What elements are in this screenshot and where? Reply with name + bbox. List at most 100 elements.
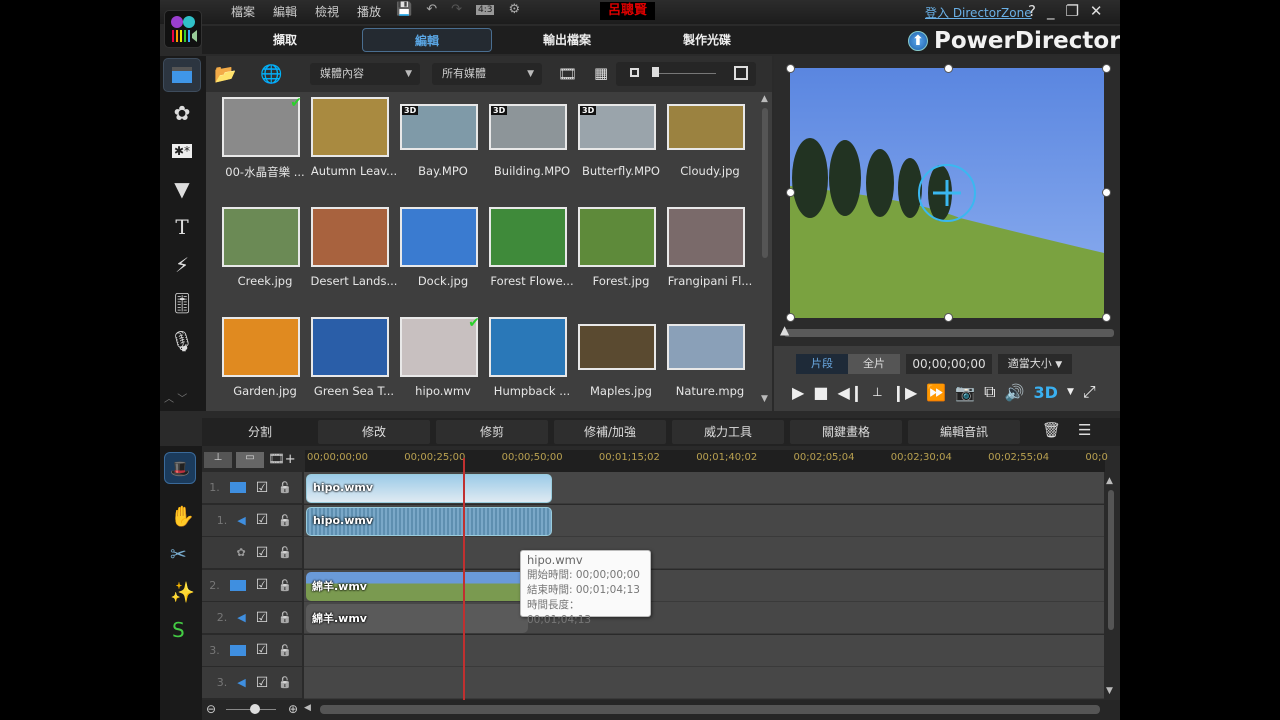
seek-slider-thumb[interactable]: ▲ bbox=[780, 323, 789, 337]
snapshot-camera-icon[interactable]: 📷 bbox=[955, 383, 975, 402]
preview-window-icon[interactable]: ⧉ bbox=[984, 382, 995, 402]
video-clip[interactable]: hipo.wmv bbox=[306, 474, 552, 503]
resize-handle[interactable] bbox=[944, 64, 953, 73]
pip-objects-room-button[interactable]: ✱* bbox=[163, 134, 201, 168]
tab-create-disc[interactable]: 製作光碟 bbox=[642, 28, 772, 52]
import-media-folder-icon[interactable]: 📂 bbox=[214, 64, 236, 85]
resize-handle[interactable] bbox=[786, 313, 795, 322]
scroll-down-arrow-icon[interactable]: ▼ bbox=[761, 394, 768, 404]
title-room-button[interactable]: T bbox=[163, 210, 201, 244]
library-scrollbar[interactable]: ▲ ▼ bbox=[760, 94, 770, 411]
resize-handle[interactable] bbox=[786, 188, 795, 197]
timeline-tab[interactable]: 修改 bbox=[318, 420, 430, 444]
previous-frame-icon[interactable]: ◀❙ bbox=[837, 383, 863, 402]
timecode-display[interactable]: 00;00;00;00 bbox=[906, 354, 992, 374]
resize-handle[interactable] bbox=[1102, 64, 1111, 73]
settings-gear-icon[interactable]: ⚙ bbox=[508, 2, 520, 17]
track-lane[interactable]: 綿羊.wmv bbox=[304, 602, 1104, 634]
timeline-tab[interactable]: 修補/加強 bbox=[554, 420, 666, 444]
menu-view[interactable]: 檢視 bbox=[306, 3, 348, 21]
audio-clip[interactable]: hipo.wmv bbox=[306, 506, 552, 536]
resize-handle[interactable] bbox=[786, 64, 795, 73]
media-filter-dropdown[interactable]: 所有媒體 ▼ bbox=[432, 63, 542, 85]
timeline-vertical-scrollbar[interactable]: ▲ ▼ bbox=[1106, 476, 1116, 700]
resize-handle[interactable] bbox=[1102, 313, 1111, 322]
media-item[interactable]: Garden.jpg bbox=[220, 316, 310, 426]
scroll-thumb[interactable] bbox=[1108, 490, 1114, 630]
media-item[interactable]: Forest Flowe... bbox=[487, 206, 577, 316]
redo-icon[interactable]: ↷ bbox=[451, 2, 462, 17]
media-item[interactable]: Autumn Leav... bbox=[309, 96, 399, 206]
slider-thumb[interactable] bbox=[652, 67, 659, 77]
play-icon[interactable]: ▶ bbox=[792, 383, 804, 402]
track-lock-icon[interactable]: 🔓 bbox=[278, 644, 292, 657]
track-lock-icon[interactable]: 🔓 bbox=[278, 546, 292, 559]
media-item[interactable]: Frangipani Fl... bbox=[665, 206, 755, 316]
track-enable-checkbox[interactable]: ☑ bbox=[256, 577, 269, 593]
hand-pan-icon[interactable]: ✋ bbox=[170, 504, 195, 528]
minimize-button[interactable]: _ bbox=[1047, 2, 1055, 20]
zoom-in-icon[interactable]: ⊕ bbox=[288, 702, 298, 716]
stop-icon[interactable]: ■ bbox=[813, 383, 828, 402]
motion-s-icon[interactable]: S bbox=[172, 618, 185, 642]
track-enable-checkbox[interactable]: ☑ bbox=[256, 480, 269, 496]
track-enable-checkbox[interactable]: ☑ bbox=[256, 545, 269, 561]
fit-size-dropdown[interactable]: 適當大小 ▼ bbox=[998, 354, 1072, 374]
save-icon[interactable]: 💾 bbox=[396, 2, 412, 17]
media-item[interactable]: Creek.jpg bbox=[220, 206, 310, 316]
zoom-out-icon[interactable]: ⊖ bbox=[206, 702, 216, 716]
track-lock-icon[interactable]: 🔓 bbox=[278, 481, 292, 494]
media-item[interactable]: Desert Lands... bbox=[309, 206, 399, 316]
aspect-ratio-button[interactable]: 4:3 bbox=[476, 4, 495, 15]
undock-preview-icon[interactable]: ⤢ bbox=[1083, 382, 1096, 402]
video-clip[interactable]: 綿羊.wmv bbox=[306, 571, 528, 601]
preview-video-frame[interactable] bbox=[790, 68, 1104, 318]
menu-file[interactable]: 檔案 bbox=[222, 3, 264, 21]
storyboard-view-icon[interactable]: ⊥ bbox=[204, 452, 232, 468]
transition-room-button[interactable]: ⚡ bbox=[163, 248, 201, 282]
track-lock-icon[interactable]: 🔓 bbox=[278, 514, 292, 527]
brand-logo[interactable]: ⬆ PowerDirector bbox=[908, 28, 1120, 54]
zoom-slider-thumb[interactable] bbox=[250, 704, 260, 714]
scroll-up-arrow-icon[interactable]: ▲ bbox=[1106, 476, 1113, 486]
content-type-dropdown[interactable]: 媒體內容 ▼ bbox=[310, 63, 420, 85]
scroll-up-icon[interactable]: ︿ bbox=[164, 394, 174, 405]
menu-edit[interactable]: 編輯 bbox=[264, 3, 306, 21]
audio-clip[interactable]: 綿羊.wmv bbox=[306, 604, 528, 633]
track-lane[interactable] bbox=[304, 667, 1104, 699]
timeline-tab[interactable]: 威力工具 bbox=[672, 420, 784, 444]
timeline-tab[interactable]: 編輯音訊 bbox=[908, 420, 1020, 444]
delete-trash-icon[interactable]: 🗑 bbox=[1042, 421, 1061, 439]
menu-playback[interactable]: 播放 bbox=[348, 3, 390, 21]
tab-capture[interactable]: 擷取 bbox=[220, 28, 350, 52]
restore-button[interactable]: ❐ bbox=[1065, 2, 1078, 20]
resize-handle[interactable] bbox=[944, 313, 953, 322]
track-lane[interactable]: hipo.wmv bbox=[304, 472, 1104, 504]
thumbnail-size-slider[interactable] bbox=[616, 62, 756, 86]
scroll-down-arrow-icon[interactable]: ▼ bbox=[1106, 686, 1113, 696]
track-lane[interactable]: 綿羊.wmv bbox=[304, 569, 1104, 602]
track-lane[interactable] bbox=[304, 634, 1104, 667]
upgrade-arrow-icon[interactable]: ⬆ bbox=[908, 31, 928, 51]
audio-mixing-room-button[interactable]: 🎚 bbox=[163, 286, 201, 320]
clip-mode-button[interactable]: 片段 bbox=[796, 354, 848, 374]
media-item[interactable]: ✔ 00-水晶音樂 ... bbox=[220, 95, 310, 206]
add-track-icon[interactable]: 🎞+ bbox=[268, 452, 296, 470]
fast-forward-icon[interactable]: ⏩ bbox=[926, 383, 946, 402]
media-item[interactable]: Maples.jpg bbox=[576, 316, 666, 426]
track-enable-checkbox[interactable]: ☑ bbox=[256, 610, 269, 626]
media-item[interactable]: Nature.mpg bbox=[665, 316, 755, 426]
track-lane[interactable]: hipo.wmv bbox=[304, 504, 1104, 537]
media-item[interactable]: Dock.jpg bbox=[398, 206, 488, 316]
resize-handle[interactable] bbox=[1102, 188, 1111, 197]
media-item[interactable]: 3D Bay.MPO bbox=[398, 96, 488, 206]
volume-icon[interactable]: 🔊 bbox=[1005, 383, 1025, 402]
scroll-left-arrow-icon[interactable]: ◀ bbox=[304, 703, 311, 713]
media-item[interactable]: Forest.jpg bbox=[576, 206, 666, 316]
tab-produce[interactable]: 輸出檔案 bbox=[502, 28, 632, 52]
next-frame-icon[interactable]: ❙▶ bbox=[892, 383, 918, 402]
more-features-icon[interactable]: ☰ bbox=[1078, 421, 1091, 439]
media-item[interactable]: 3D Butterfly.MPO bbox=[576, 96, 666, 206]
timeline-tab[interactable]: 修剪 bbox=[436, 420, 548, 444]
media-item[interactable]: Cloudy.jpg bbox=[665, 96, 755, 206]
